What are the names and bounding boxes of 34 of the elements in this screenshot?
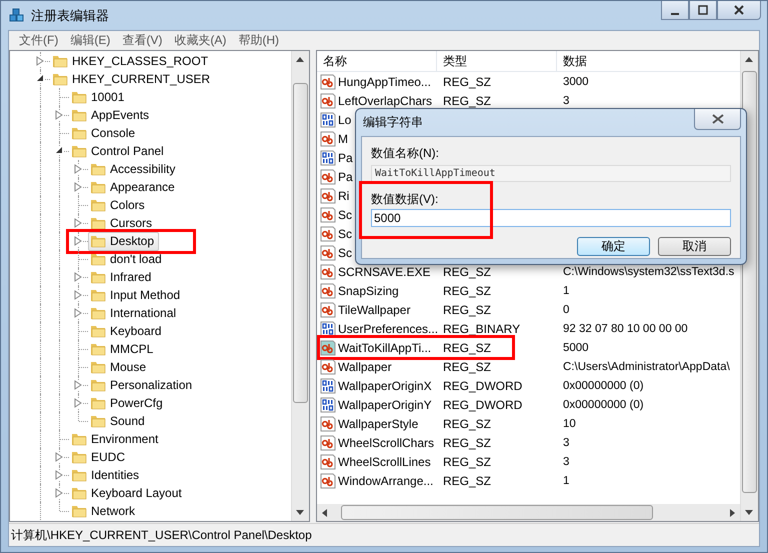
table-cell-text: 0	[562, 304, 570, 316]
value-name-field: WaitToKillAppTimeout	[371, 165, 731, 182]
table-cell-text: REG_DWORD	[442, 378, 522, 392]
table-cell-text: 3	[562, 456, 570, 468]
field-label: 数值数据(V):	[371, 191, 440, 208]
status-bar: 计算机\HKEY_CURRENT_USER\Control Panel\Desktop	[9, 523, 759, 546]
table-cell-text: 3	[562, 436, 570, 448]
window-title: 注册表编辑器	[31, 6, 109, 24]
table-cell-text: 0x00000000 (0)	[562, 380, 644, 392]
table-cell-text: 10	[562, 418, 576, 430]
table-cell-text: 1	[562, 284, 570, 296]
table-cell-text: 5000	[562, 342, 589, 354]
table-cell-text: REG_SZ	[442, 264, 492, 278]
table-cell-text: 3	[562, 94, 570, 106]
table-cell-text: 3000	[562, 76, 589, 88]
table-cell-text: REG_SZ	[442, 302, 492, 316]
table-cell-text: REG_SZ	[442, 436, 492, 450]
table-cell-text: REG_SZ	[442, 340, 492, 354]
table-cell-text: C:\Users\Administrator\AppData\	[562, 360, 730, 372]
field-label: 数值名称(N):	[371, 145, 440, 162]
dialog-title: 编辑字符串	[362, 114, 423, 131]
table-cell-text: REG_SZ	[442, 284, 492, 298]
table-cell-text: 0x00000000 (0)	[562, 398, 644, 410]
table-cell-text: REG_SZ	[442, 474, 492, 488]
table-cell-text: C:\Windows\system32\ssText3d.s	[562, 266, 734, 278]
table-cell-text: REG_SZ	[442, 454, 492, 468]
table-cell-text: REG_SZ	[442, 94, 492, 108]
table-cell-text: 1	[562, 474, 570, 486]
table-cell-text: REG_SZ	[442, 74, 492, 88]
table-cell-text: REG_SZ	[442, 416, 492, 430]
table-cell-text: REG_SZ	[442, 360, 492, 374]
table-cell-text: REG_BINARY	[442, 322, 520, 336]
table-cell-text: REG_DWORD	[442, 398, 522, 412]
table-cell-text: 92 32 07 80 10 00 00 00	[562, 322, 688, 334]
